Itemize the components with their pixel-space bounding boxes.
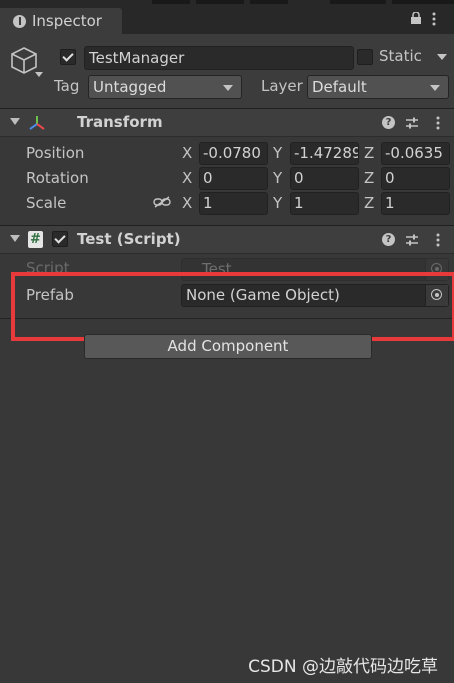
rotation-z-value: 0	[385, 169, 395, 187]
tag-label: Tag	[54, 77, 80, 95]
scale-y-label[interactable]: Y	[273, 194, 282, 212]
toolbar-strip	[250, 0, 288, 4]
rotation-x-value: 0	[203, 169, 213, 187]
scale-x-value: 1	[203, 194, 213, 212]
highlight-box	[11, 272, 454, 341]
rotation-y-field[interactable]: 0	[290, 167, 359, 190]
scale-y-field[interactable]: 1	[290, 192, 359, 215]
component-menu-icon[interactable]	[436, 116, 440, 130]
scale-x-label[interactable]: X	[182, 194, 192, 212]
transform-title: Transform	[77, 113, 163, 131]
chevron-down-icon	[223, 85, 233, 91]
transform-axes-icon	[29, 116, 45, 130]
object-name-value: TestManager	[89, 49, 185, 67]
icon-dropdown-arrow[interactable]	[35, 72, 43, 77]
presets-icon[interactable]	[405, 233, 419, 247]
rotation-x-label[interactable]: X	[182, 169, 192, 187]
position-y-value: -1.47289	[294, 144, 359, 162]
static-checkbox[interactable]	[357, 49, 373, 65]
presets-icon[interactable]	[405, 116, 419, 130]
window-menu-icon[interactable]	[432, 12, 436, 26]
position-label: Position	[26, 144, 85, 162]
scale-z-field[interactable]: 1	[381, 192, 450, 215]
rotation-z-field[interactable]: 0	[381, 167, 450, 190]
scale-z-value: 1	[385, 194, 395, 212]
rotation-z-label[interactable]: Z	[364, 169, 374, 187]
gameobject-header: TestManager Static Tag Untagged Layer De…	[0, 34, 454, 109]
layer-label: Layer	[261, 77, 303, 95]
position-z-value: -0.0635	[385, 144, 443, 162]
toolbar-strip	[152, 0, 190, 4]
foldout-arrow-icon[interactable]	[10, 235, 20, 242]
layer-value: Default	[312, 78, 367, 96]
toolbar-strip	[330, 0, 386, 4]
object-name-field[interactable]: TestManager	[84, 46, 354, 70]
tab-inspector[interactable]: Inspector	[0, 8, 122, 34]
chevron-down-icon	[430, 85, 440, 91]
inspector-window: Inspector TestManager Static Tag Untagge…	[0, 0, 454, 683]
foldout-arrow-icon[interactable]	[10, 118, 20, 125]
position-y-field[interactable]: -1.47289	[290, 142, 359, 165]
script-component-header[interactable]: # Test (Script) ?	[0, 225, 454, 254]
position-x-field[interactable]: -0.0780	[199, 142, 268, 165]
rotation-x-field[interactable]: 0	[199, 167, 268, 190]
scale-x-field[interactable]: 1	[199, 192, 268, 215]
tab-bar: Inspector	[0, 0, 454, 34]
active-checkbox[interactable]	[60, 49, 76, 65]
position-x-label[interactable]: X	[182, 144, 192, 162]
position-x-value: -0.0780	[203, 144, 261, 162]
layer-dropdown[interactable]: Default	[307, 75, 449, 99]
rotation-y-label[interactable]: Y	[273, 169, 282, 187]
watermark: CSDN @边敲代码边吃草	[248, 657, 438, 677]
component-enabled-checkbox[interactable]	[52, 231, 68, 247]
csharp-script-icon: #	[28, 231, 43, 248]
position-y-label[interactable]: Y	[273, 144, 282, 162]
tag-value: Untagged	[93, 78, 167, 96]
script-component-title: Test (Script)	[77, 230, 181, 248]
constrain-proportions-icon[interactable]	[153, 196, 171, 208]
scale-y-value: 1	[294, 194, 304, 212]
scale-label: Scale	[26, 194, 67, 212]
component-menu-icon[interactable]	[436, 233, 440, 247]
tag-dropdown[interactable]: Untagged	[88, 75, 242, 99]
scale-z-label[interactable]: Z	[364, 194, 374, 212]
tab-inspector-label: Inspector	[32, 12, 102, 30]
position-z-label[interactable]: Z	[364, 144, 374, 162]
toolbar-strip	[196, 0, 244, 4]
rotation-label: Rotation	[26, 169, 89, 187]
help-icon[interactable]: ?	[382, 233, 395, 246]
position-z-field[interactable]: -0.0635	[381, 142, 450, 165]
lock-icon[interactable]	[410, 12, 422, 24]
rotation-y-value: 0	[294, 169, 304, 187]
static-label: Static	[379, 47, 422, 65]
help-icon[interactable]: ?	[382, 116, 395, 129]
transform-header[interactable]: Transform ?	[0, 108, 454, 137]
toolbar-strip	[392, 0, 454, 4]
info-icon	[13, 15, 26, 28]
add-component-button[interactable]: Add Component	[84, 334, 372, 359]
static-dropdown-arrow[interactable]	[437, 54, 447, 60]
